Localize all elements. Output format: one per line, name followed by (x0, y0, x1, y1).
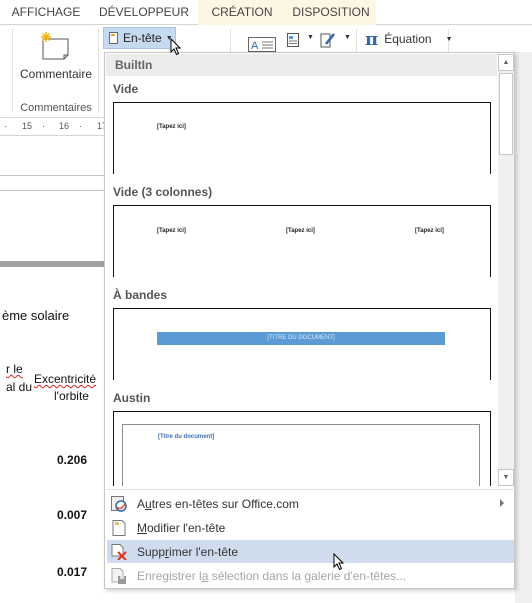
chevron-down-icon: ▼ (445, 35, 453, 43)
header-button-label: En-tête (123, 31, 162, 45)
quickparts-icon (287, 33, 299, 47)
document-heading: ème solaire (2, 308, 70, 323)
divider (0, 190, 104, 191)
pi-icon: π (365, 28, 379, 50)
placeholder-text: [Tapez ici] (157, 228, 186, 234)
table-header-cell: Excentricité (34, 372, 97, 386)
chevron-down-icon: ▼ (344, 34, 351, 41)
menu-item-label: Autres en-têtes sur Office.com (137, 496, 299, 511)
office-online-icon (111, 495, 127, 512)
placeholder-text: [Tapez ici] (157, 124, 186, 130)
table-header-cell: l'orbite (54, 389, 89, 403)
signature-icon (320, 33, 335, 48)
tab-developpeur[interactable]: DÉVELOPPEUR (96, 0, 192, 25)
scroll-up-button[interactable]: ▲ (498, 54, 514, 71)
divider (12, 29, 13, 113)
table-cell: 0.206 (57, 453, 88, 467)
gallery-item-austin[interactable]: [Titre du document] (113, 411, 491, 486)
equation-label: Équation (384, 32, 432, 46)
placeholder-text: [TITRE DU DOCUMENT] (157, 332, 445, 345)
table-header-cell: al du (6, 380, 33, 394)
signature-button[interactable]: ▼ (320, 31, 352, 49)
svg-text:A: A (251, 40, 259, 52)
submenu-arrow-icon (500, 499, 504, 507)
gallery-section-header: BuiltIn (106, 54, 497, 76)
divider (98, 29, 99, 113)
placeholder-text: [Tapez ici] (415, 228, 444, 234)
new-comment-label: Commentaire (19, 67, 93, 81)
gallery-item-title: Austin (113, 391, 151, 405)
scroll-down-button[interactable]: ▼ (498, 469, 514, 486)
tab-disposition[interactable]: DISPOSITION (286, 0, 376, 25)
menu-item-label: Enregistrer la sélection dans la galerie… (137, 568, 407, 583)
menu-item-office-headers[interactable]: Autres en-têtes sur Office.com (107, 492, 514, 515)
table-cell: 0.017 (57, 565, 88, 579)
divider (106, 489, 515, 490)
tab-creation[interactable]: CRÉATION (198, 0, 286, 25)
gallery-scrollbar[interactable]: ▲ ▼ (498, 54, 514, 486)
table-header-cell: r le (6, 362, 23, 376)
remove-header-icon (111, 543, 127, 560)
horizontal-ruler[interactable]: · 15 · 16 · 17 (0, 118, 107, 136)
menu-item-save-selection[interactable]: Enregistrer la sélection dans la galerie… (107, 564, 514, 587)
gallery-item-vide-3-colonnes[interactable]: [Tapez ici] [Tapez ici] [Tapez ici] (113, 205, 491, 277)
ruler-mark: 16 (59, 121, 70, 131)
word-window: AFFICHAGE DÉVELOPPEUR CRÉATION DISPOSITI… (0, 0, 532, 603)
ruler-mark: 15 (22, 121, 33, 131)
page-break-band (0, 261, 104, 267)
gallery-item-title: Vide (113, 82, 139, 96)
new-comment-icon (41, 32, 69, 60)
gallery-item-a-bandes[interactable]: [TITRE DU DOCUMENT] (113, 308, 491, 380)
menu-item-label: Modifier l'en-tête (137, 520, 226, 535)
chevron-down-icon: ▼ (307, 34, 314, 41)
textbox-icon[interactable]: A (248, 34, 276, 52)
tab-affichage[interactable]: AFFICHAGE (4, 0, 88, 25)
table-cell: 0.007 (57, 508, 88, 522)
gallery-item-vide[interactable]: [Tapez ici] (113, 102, 491, 174)
austin-frame: [Titre du document] (122, 424, 480, 486)
equation-button[interactable]: π Équation ▼ (365, 28, 453, 50)
ribbon-tab-bar: AFFICHAGE DÉVELOPPEUR CRÉATION DISPOSITI… (0, 0, 532, 25)
menu-item-label: Supprimer l'en-tête (137, 544, 239, 559)
document-area[interactable]: ème solaire r le al du Excentricité l'or… (0, 136, 104, 603)
header-gallery: BuiltIn Vide [Tapez ici] Vide (3 colonne… (106, 54, 497, 486)
comments-group-label: Commentaires (20, 102, 92, 114)
placeholder-text: [Titre du document] (158, 434, 215, 440)
header-button[interactable]: En-tête ▼ (103, 27, 176, 49)
save-to-gallery-icon (111, 567, 126, 584)
header-icon (109, 32, 118, 44)
scrollbar-thumb[interactable] (499, 73, 513, 155)
gallery-item-title: À bandes (113, 288, 168, 302)
placeholder-text: [Tapez ici] (286, 228, 315, 234)
quickparts-button[interactable]: ▼ (287, 31, 317, 49)
gallery-item-title: Vide (3 colonnes) (113, 185, 213, 199)
header-icon (112, 519, 126, 536)
header-dropdown-menu: BuiltIn Vide [Tapez ici] Vide (3 colonne… (104, 52, 515, 589)
menu-item-remove-header[interactable]: Supprimer l'en-tête (107, 540, 514, 563)
divider (0, 175, 104, 176)
mouse-cursor-icon (333, 553, 345, 571)
menu-item-edit-header[interactable]: Modifier l'en-tête (107, 516, 514, 539)
document-right-margin (515, 52, 532, 603)
mouse-cursor-icon (170, 38, 182, 56)
